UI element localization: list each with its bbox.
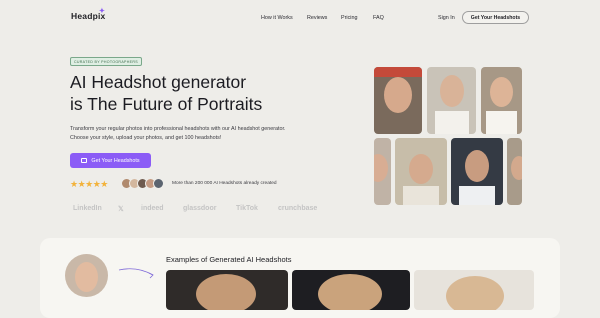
hair-shape	[196, 274, 256, 310]
face-shape	[490, 77, 513, 107]
rating-stars: ★★★★★	[70, 179, 108, 189]
indeed-logo: indeed	[141, 205, 164, 212]
image-icon	[81, 158, 88, 163]
nav-faq[interactable]: FAQ	[373, 15, 384, 21]
avatar	[153, 178, 164, 189]
headshot-photo	[507, 138, 522, 205]
x-logo: 𝕏	[118, 206, 124, 213]
tiktok-logo: TikTok	[236, 205, 258, 212]
glassdoor-logo: glassdoor	[183, 205, 217, 212]
face-shape	[374, 154, 388, 182]
face-shape	[440, 75, 464, 107]
headshot-photo	[427, 67, 476, 134]
hero-title: AI Headshot generator is The Future of P…	[70, 71, 262, 115]
hero-title-line-1: AI Headshot generator	[70, 72, 247, 92]
shirt-shape	[459, 186, 495, 205]
shirt-shape	[486, 111, 517, 134]
linkedin-logo: LinkedIn	[73, 205, 102, 212]
face-shape	[465, 150, 489, 182]
face-shape	[511, 156, 522, 180]
headshot-photo	[451, 138, 503, 205]
shirt-shape	[403, 186, 439, 205]
customer-avatars	[121, 178, 171, 189]
face-shape	[75, 262, 98, 292]
face-shape	[409, 154, 433, 184]
sign-in-link[interactable]: Sign In	[438, 15, 455, 21]
nav-how-it-works[interactable]: How it Works	[261, 15, 293, 21]
example-headshot	[414, 270, 534, 310]
hero-title-line-2: is The Future of Portraits	[70, 94, 263, 114]
headshot-photo	[481, 67, 522, 134]
hero-description-line-2: Choose your style, upload your photos, a…	[70, 135, 222, 141]
arrow-icon	[118, 268, 154, 279]
crunchbase-logo: crunchbase	[278, 205, 318, 212]
source-selfie-avatar	[65, 254, 108, 297]
hair-shape	[318, 274, 382, 310]
headshot-photo	[395, 138, 447, 205]
hero-description-line-1: Transform your regular photos into profe…	[70, 126, 286, 132]
header-get-headshots-button[interactable]: Get Your Headshots	[462, 11, 529, 24]
nav-reviews[interactable]: Reviews	[307, 15, 327, 21]
brand-logo[interactable]: Headpix ✦	[71, 8, 105, 21]
headshots-count-text: More than 200 000 AI Headshots already c…	[172, 181, 277, 186]
headshot-photo	[374, 138, 391, 205]
get-headshots-button[interactable]: Get Your Headshots	[70, 153, 151, 168]
hero-description: Transform your regular photos into profe…	[70, 125, 360, 143]
get-headshots-button-label: Get Your Headshots	[91, 157, 140, 164]
cap-shape	[374, 67, 422, 77]
example-headshot	[166, 270, 288, 310]
curated-badge: CURATED BY PHOTOGRAPHERS	[70, 57, 142, 66]
shirt-shape	[435, 111, 469, 134]
hair-shape	[446, 276, 504, 310]
headshot-photo	[374, 67, 422, 134]
face-shape	[384, 77, 412, 113]
nav-pricing[interactable]: Pricing	[341, 15, 357, 21]
example-headshot	[292, 270, 410, 310]
sparkle-icon: ✦	[99, 8, 106, 15]
examples-title: Examples of Generated AI Headshots	[166, 255, 292, 264]
